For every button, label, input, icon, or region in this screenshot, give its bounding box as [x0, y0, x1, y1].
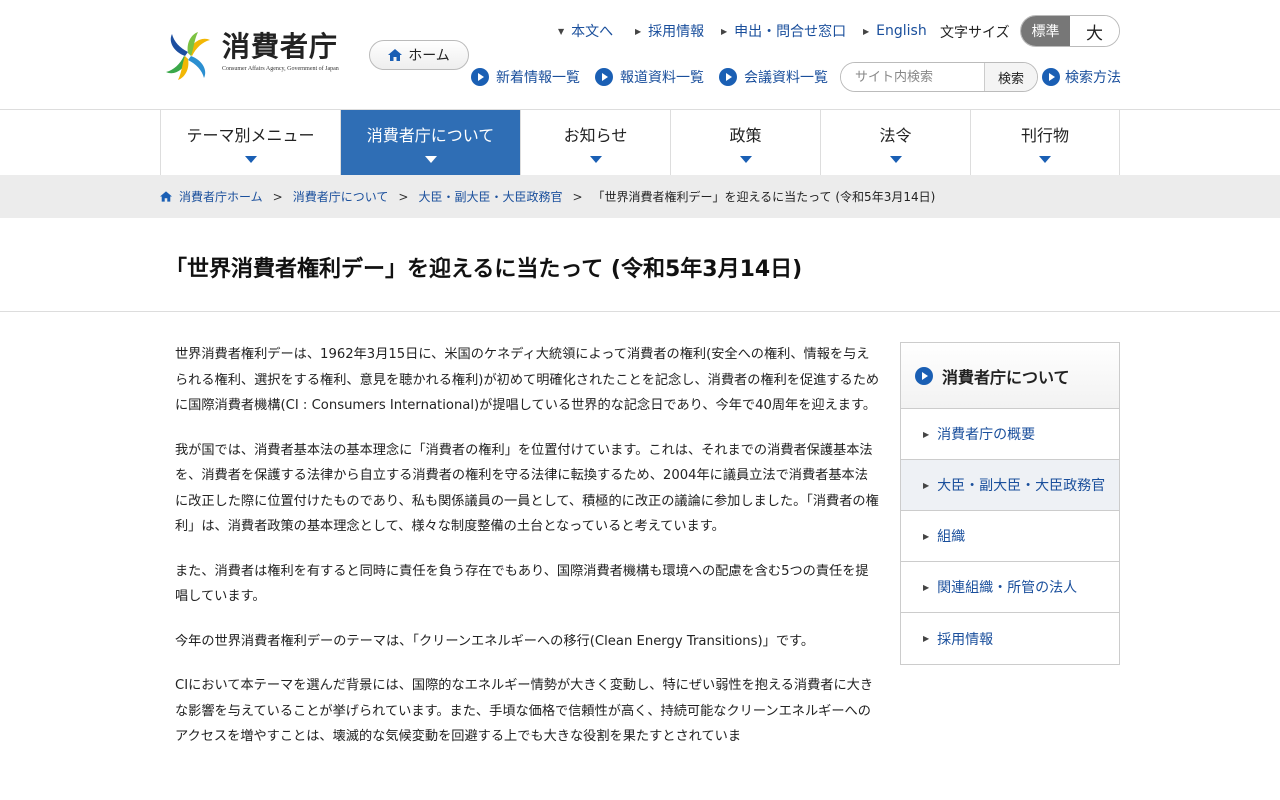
nav-theme-menu[interactable]: テーマ別メニュー [161, 110, 341, 175]
body-paragraph: 世界消費者権利デーは、1962年3月15日に、米国のケネディ大統領によって消費者… [175, 347, 880, 413]
breadcrumb-home[interactable]: 消費者庁ホーム [179, 188, 263, 205]
page-title: 「世界消費者権利デー」を迎えるに当たって (令和5年3月14日) [165, 257, 803, 282]
arrow-circle-icon [471, 68, 489, 86]
home-icon [388, 49, 403, 61]
chevron-right-icon: ▶ [923, 634, 930, 643]
arrow-circle-icon [915, 366, 933, 385]
arrow-circle-icon [595, 68, 613, 86]
font-size-standard-button[interactable]: 標準 [1021, 16, 1070, 46]
contact-link[interactable]: ▶ 申出・問合せ窓口 [721, 22, 846, 40]
side-nav-item-overview[interactable]: ▶ 消費者庁の概要 [901, 409, 1119, 460]
home-icon [160, 191, 172, 202]
body-paragraph: 今年の世界消費者権利デーのテーマは、「クリーンエネルギーへの移行(Clean E… [175, 633, 815, 649]
caret-down-icon [244, 156, 257, 163]
font-size-toggle: 標準 大 [1020, 15, 1120, 47]
site-header: 消費者庁 Consumer Affairs Agency, Government… [0, 0, 1280, 110]
caret-down-icon [889, 156, 902, 163]
arrow-circle-icon [719, 68, 737, 86]
side-nav-item-ministers[interactable]: ▶ 大臣・副大臣・大臣政務官 [901, 460, 1119, 511]
title-band: 「世界消費者権利デー」を迎えるに当たって (令和5年3月14日) [0, 218, 1280, 312]
breadcrumb: 消費者庁ホーム > 消費者庁について > 大臣・副大臣・大臣政務官 > 「世界消… [0, 175, 1280, 218]
caret-down-icon [1039, 156, 1051, 163]
news-list-link[interactable]: 新着情報一覧 [471, 68, 580, 86]
nav-policy[interactable]: 政策 [671, 110, 821, 175]
chevron-right-icon: ▶ [721, 26, 728, 36]
search-input[interactable] [841, 63, 984, 91]
body-paragraph: CIにおいて本テーマを選んだ背景には、国際的なエネルギー情勢が大きく変動し、特に… [175, 678, 874, 744]
chevron-right-icon: ▶ [635, 26, 642, 36]
breadcrumb-separator: > [272, 189, 283, 204]
recruit-link[interactable]: ▶ 採用情報 [635, 22, 704, 40]
main-content: 世界消費者権利デーは、1962年3月15日に、米国のケネディ大統領によって消費者… [175, 342, 880, 769]
breadcrumb-separator: > [572, 189, 583, 204]
breadcrumb-current: 「世界消費者権利デー」を迎えるに当たって (令和5年3月14日) [592, 190, 936, 204]
skip-to-content-link[interactable]: ▼ 本文へ [558, 22, 613, 40]
logo-title: 消費者庁 [222, 30, 339, 63]
body-paragraph: 我が国では、消費者基本法の基本理念に「消費者の権利」を位置付けています。これは、… [175, 442, 879, 535]
font-size-label: 文字サイズ [940, 25, 1010, 41]
site-search: 検索 [840, 62, 1038, 92]
meeting-list-link[interactable]: 会議資料一覧 [719, 68, 828, 86]
search-button[interactable]: 検索 [984, 63, 1037, 91]
side-nav-item-recruit[interactable]: ▶ 採用情報 [901, 613, 1119, 664]
nav-about-caa[interactable]: 消費者庁について [341, 110, 521, 175]
chevron-right-icon: ▶ [923, 531, 930, 541]
side-nav-item-organization[interactable]: ▶ 組織 [901, 511, 1119, 562]
chevron-right-icon: ▶ [863, 26, 870, 36]
side-nav-item-related-orgs[interactable]: ▶ 関連組織・所管の法人 [901, 562, 1119, 613]
body-paragraph: また、消費者は権利を有すると同時に責任を負う存在でもあり、国際消費者機構も環境へ… [175, 563, 869, 605]
global-nav: テーマ別メニュー 消費者庁について お知らせ 政策 法令 刊行物 [160, 110, 1120, 175]
caret-down-icon [424, 156, 437, 163]
english-link[interactable]: ▶ English [863, 22, 927, 40]
arrow-circle-icon [1042, 68, 1060, 86]
nav-notices[interactable]: お知らせ [521, 110, 671, 175]
nav-publications[interactable]: 刊行物 [971, 110, 1120, 175]
chevron-right-icon: ▶ [923, 480, 930, 490]
logo-subtitle: Consumer Affairs Agency, Government of J… [222, 66, 339, 72]
side-nav: 消費者庁について ▶ 消費者庁の概要 ▶ 大臣・副大臣・大臣政務官 ▶ 組織 ▶… [900, 342, 1120, 665]
search-help-link[interactable]: 検索方法 [1042, 68, 1121, 86]
nav-laws[interactable]: 法令 [821, 110, 971, 175]
home-button-label: ホーム [408, 48, 450, 64]
side-nav-title: 消費者庁について [901, 343, 1119, 409]
breadcrumb-about[interactable]: 消費者庁について [293, 188, 389, 205]
home-button[interactable]: ホーム [369, 40, 469, 70]
caret-down-icon [739, 156, 752, 163]
logo-emblem-icon [166, 32, 210, 80]
breadcrumb-ministers[interactable]: 大臣・副大臣・大臣政務官 [418, 188, 562, 205]
caret-down-icon [589, 156, 602, 163]
site-logo[interactable]: 消費者庁 Consumer Affairs Agency, Government… [160, 30, 350, 82]
font-size-large-button[interactable]: 大 [1070, 16, 1119, 46]
chevron-right-icon: ▶ [923, 429, 930, 439]
press-list-link[interactable]: 報道資料一覧 [595, 68, 704, 86]
chevron-down-icon: ▼ [558, 26, 565, 36]
breadcrumb-separator: > [398, 189, 409, 204]
chevron-right-icon: ▶ [923, 582, 930, 592]
